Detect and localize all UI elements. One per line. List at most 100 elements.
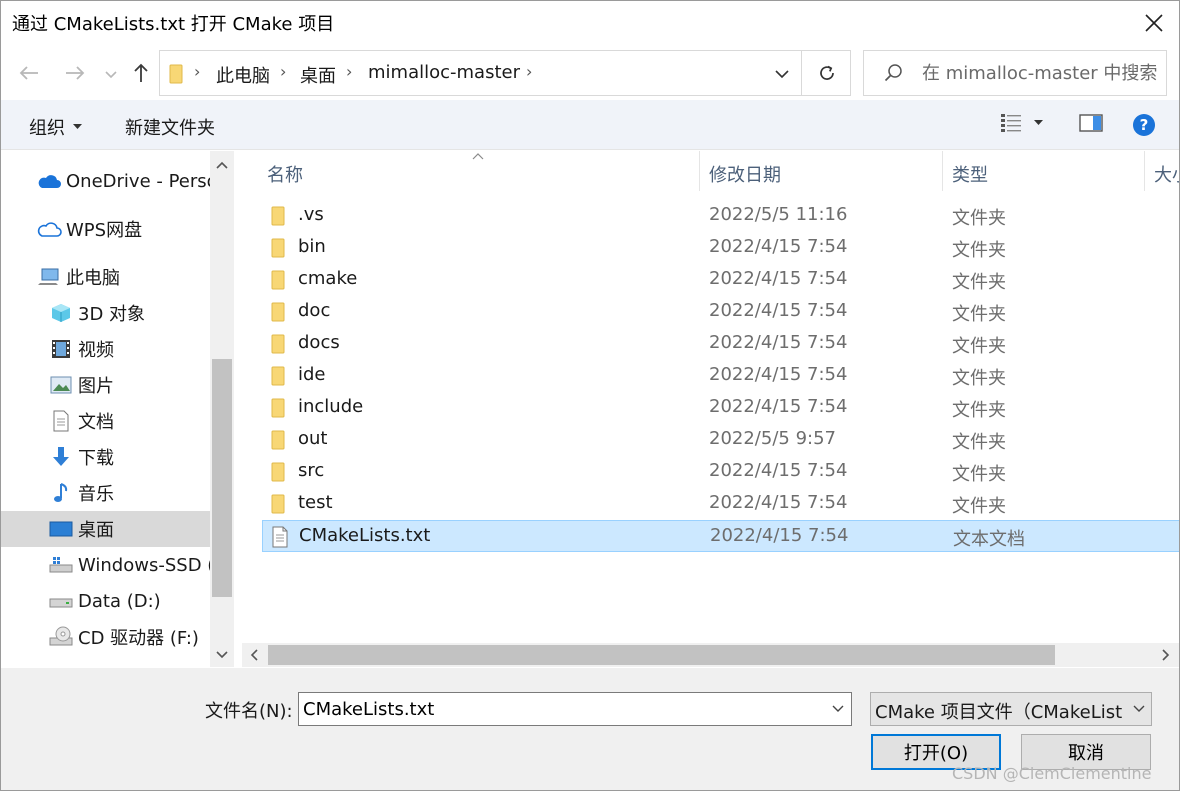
nav-item-this-pc[interactable]: 此电脑	[0, 259, 210, 295]
text-file-icon	[272, 526, 288, 548]
nav-item-data-drive[interactable]: Data (D:)	[0, 583, 210, 619]
nav-item-wps-drive[interactable]: WPS网盘	[0, 211, 210, 247]
file-date: 2022/4/15 7:54	[709, 236, 848, 257]
back-button[interactable]	[12, 56, 46, 90]
nav-item-desktop[interactable]: 桌面	[0, 511, 210, 547]
filetype-dropdown-button[interactable]	[1127, 695, 1151, 723]
file-name: ide	[298, 364, 326, 385]
change-view-button[interactable]	[1000, 112, 1043, 134]
file-row[interactable]: .vs 2022/5/5 11:16 文件夹	[262, 200, 1180, 232]
file-name: cmake	[298, 268, 358, 289]
column-divider[interactable]	[699, 151, 700, 191]
file-row[interactable]: ide 2022/4/15 7:54 文件夹	[262, 360, 1180, 392]
nav-item-label: 3D 对象	[78, 304, 146, 325]
file-row[interactable]: include 2022/4/15 7:54 文件夹	[262, 392, 1180, 424]
file-name: src	[298, 460, 325, 481]
breadcrumb-desktop[interactable]: 桌面	[300, 62, 336, 88]
file-type: 文件夹	[952, 272, 1006, 293]
file-date: 2022/4/15 7:54	[710, 525, 849, 546]
file-date: 2022/4/15 7:54	[709, 396, 848, 417]
filename-dropdown-button[interactable]	[825, 695, 851, 723]
caret-down-icon	[1034, 120, 1043, 125]
nav-item-cd-drive[interactable]: CD 驱动器 (F:)	[0, 619, 210, 655]
folder-icon	[271, 238, 285, 258]
nav-item-label: Data (D:)	[78, 590, 161, 612]
filetype-select[interactable]: CMake 项目文件（CMakeLists.txt）	[870, 692, 1152, 726]
filename-input[interactable]	[303, 696, 813, 722]
new-folder-button[interactable]: 新建文件夹	[125, 114, 215, 140]
file-row[interactable]: cmake 2022/4/15 7:54 文件夹	[262, 264, 1180, 296]
nav-scroll-up-button[interactable]	[210, 153, 234, 177]
nav-item-label: 图片	[78, 376, 114, 397]
preview-pane-button[interactable]	[1078, 112, 1104, 139]
scroll-right-button[interactable]	[1154, 643, 1178, 667]
breadcrumb-separator-icon: ›	[280, 62, 287, 81]
chevron-down-icon	[105, 71, 117, 79]
close-icon	[1145, 14, 1163, 32]
filename-combobox[interactable]	[298, 692, 852, 726]
nav-scroll-down-button[interactable]	[210, 644, 234, 666]
window-title: 通过 CMakeLists.txt 打开 CMake 项目	[12, 14, 335, 35]
details-view-icon	[1001, 114, 1021, 132]
nav-item-label: 视频	[78, 340, 114, 361]
breadcrumb-this-pc[interactable]: 此电脑	[216, 62, 270, 88]
nav-item-windows-ssd[interactable]: Windows-SSD (	[0, 547, 210, 583]
recent-locations-button[interactable]	[100, 58, 122, 92]
nav-item-downloads[interactable]: 下载	[0, 439, 210, 475]
folder-icon	[271, 398, 285, 418]
film-icon	[48, 336, 74, 362]
breadcrumb-separator-icon: ›	[526, 62, 533, 81]
file-list-horizontal-scrollbar[interactable]	[242, 643, 1180, 667]
file-date: 2022/4/15 7:54	[709, 492, 848, 513]
filetype-value: CMake 项目文件（CMakeLists.txt）	[875, 702, 1123, 723]
organize-label: 组织	[29, 118, 65, 139]
file-row-selected[interactable]: CMakeLists.txt 2022/4/15 7:54 文本文档	[262, 520, 1180, 552]
file-type: 文件夹	[952, 304, 1006, 325]
search-input[interactable]	[922, 59, 1162, 87]
music-note-icon	[48, 480, 74, 506]
nav-item-onedrive[interactable]: OneDrive - Perso	[0, 163, 210, 199]
nav-item-documents[interactable]: 文档	[0, 403, 210, 439]
close-button[interactable]	[1130, 2, 1178, 44]
column-header-modified[interactable]: 修改日期	[709, 161, 781, 187]
file-date: 2022/4/15 7:54	[709, 268, 848, 289]
column-header-type[interactable]: 类型	[952, 161, 988, 187]
up-button[interactable]	[124, 56, 158, 90]
command-toolbar: 组织 新建文件夹	[0, 100, 1180, 150]
file-date: 2022/4/15 7:54	[709, 364, 848, 385]
address-dropdown-button[interactable]	[766, 59, 798, 89]
chevron-down-icon	[775, 69, 789, 78]
nav-item-label: 文档	[78, 412, 114, 433]
nav-item-pictures[interactable]: 图片	[0, 367, 210, 403]
file-row[interactable]: out 2022/5/5 9:57 文件夹	[262, 424, 1180, 456]
file-row[interactable]: test 2022/4/15 7:54 文件夹	[262, 488, 1180, 520]
refresh-button[interactable]	[805, 55, 849, 91]
address-bar[interactable]: › 此电脑 › 桌面 › mimalloc-master ›	[159, 50, 851, 96]
file-row[interactable]: src 2022/4/15 7:54 文件夹	[262, 456, 1180, 488]
nav-item-videos[interactable]: 视频	[0, 331, 210, 367]
organize-button[interactable]: 组织	[29, 114, 82, 140]
folder-icon	[271, 206, 285, 226]
drive-icon	[48, 588, 74, 614]
file-row[interactable]: docs 2022/4/15 7:54 文件夹	[262, 328, 1180, 360]
nav-scrollbar-thumb[interactable]	[212, 359, 232, 597]
horizontal-scrollbar-thumb[interactable]	[268, 645, 1055, 665]
file-row[interactable]: bin 2022/4/15 7:54 文件夹	[262, 232, 1180, 264]
column-divider[interactable]	[1144, 151, 1145, 191]
column-divider[interactable]	[942, 151, 943, 191]
nav-item-3d-objects[interactable]: 3D 对象	[0, 295, 210, 331]
column-header-name[interactable]: 名称	[267, 161, 303, 187]
search-box[interactable]	[863, 50, 1167, 96]
watermark: CSDN @ClemClementine	[952, 764, 1152, 783]
nav-item-label: WPS网盘	[66, 220, 143, 241]
nav-item-music[interactable]: 音乐	[0, 475, 210, 511]
help-button[interactable]: ?	[1132, 113, 1156, 142]
file-date: 2022/4/15 7:54	[709, 460, 848, 481]
title-bar: 通过 CMakeLists.txt 打开 CMake 项目	[0, 0, 1180, 46]
file-row[interactable]: doc 2022/4/15 7:54 文件夹	[262, 296, 1180, 328]
scroll-left-button[interactable]	[242, 643, 266, 667]
forward-button[interactable]	[58, 56, 92, 90]
breadcrumb-mimalloc-master[interactable]: mimalloc-master	[368, 62, 520, 83]
column-header-size[interactable]: 大小	[1154, 161, 1180, 187]
chevron-right-icon	[1162, 649, 1170, 661]
